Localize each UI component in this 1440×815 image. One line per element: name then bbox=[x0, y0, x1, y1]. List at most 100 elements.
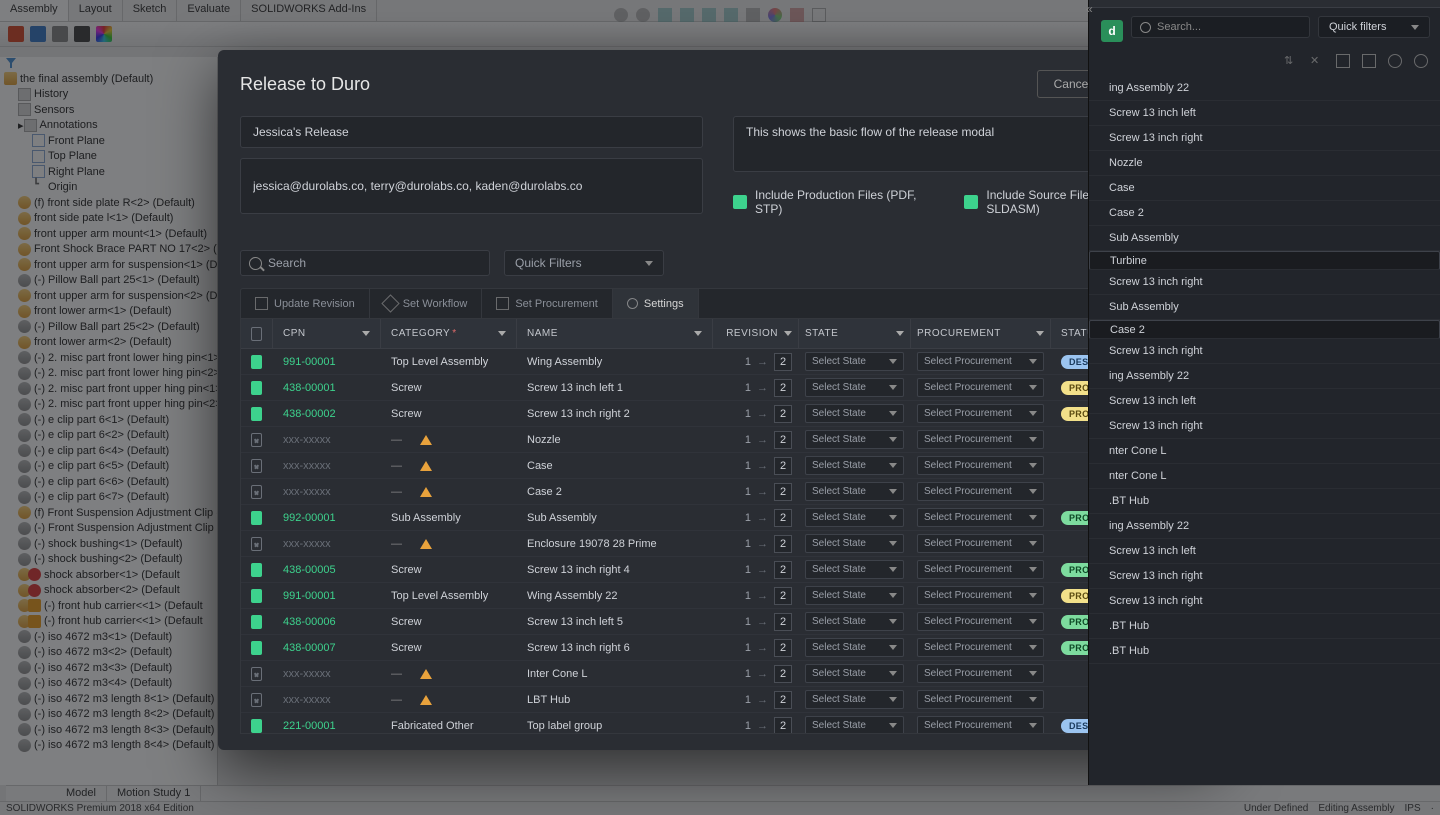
revision-input[interactable]: 2 bbox=[774, 379, 792, 397]
panel-list-item[interactable]: Screw 13 inch right bbox=[1089, 414, 1440, 439]
row-checkbox[interactable] bbox=[251, 459, 262, 473]
state-select[interactable]: Select State bbox=[805, 690, 904, 709]
revision-input[interactable]: 2 bbox=[774, 457, 792, 475]
panel-list-item[interactable]: nter Cone L bbox=[1089, 439, 1440, 464]
revision-input[interactable]: 2 bbox=[774, 665, 792, 683]
collapse-icon[interactable]: « bbox=[1086, 2, 1093, 16]
quick-filters-select[interactable]: Quick Filters bbox=[504, 250, 664, 276]
table-search-input[interactable]: Search bbox=[240, 250, 490, 276]
panel-list-item[interactable]: ing Assembly 22 bbox=[1089, 364, 1440, 389]
revision-input[interactable]: 2 bbox=[774, 717, 792, 734]
state-select[interactable]: Select State bbox=[805, 508, 904, 527]
state-select[interactable]: Select State bbox=[805, 352, 904, 371]
state-select[interactable]: Select State bbox=[805, 586, 904, 605]
panel-list-item[interactable]: Sub Assembly bbox=[1089, 295, 1440, 320]
procurement-select[interactable]: Select Procurement bbox=[917, 456, 1044, 475]
revision-input[interactable]: 2 bbox=[774, 353, 792, 371]
procurement-select[interactable]: Select Procurement bbox=[917, 690, 1044, 709]
state-select[interactable]: Select State bbox=[805, 378, 904, 397]
state-select[interactable]: Select State bbox=[805, 534, 904, 553]
emails-input[interactable] bbox=[240, 158, 703, 214]
tab-settings[interactable]: Settings bbox=[613, 289, 699, 318]
cpn-link[interactable]: 992-00001 bbox=[283, 512, 336, 524]
tree-icon[interactable] bbox=[1336, 54, 1350, 68]
row-checkbox[interactable] bbox=[251, 719, 262, 733]
tab-update-revision[interactable]: Update Revision bbox=[241, 289, 370, 318]
panel-list-item[interactable]: .BT Hub bbox=[1089, 639, 1440, 664]
revision-input[interactable]: 2 bbox=[774, 405, 792, 423]
col-category[interactable]: CATEGORY* bbox=[381, 319, 517, 348]
row-checkbox[interactable] bbox=[251, 511, 262, 525]
col-procurement[interactable]: PROCUREMENT bbox=[911, 319, 1051, 348]
panel-search-input[interactable]: Search... bbox=[1131, 16, 1310, 38]
procurement-select[interactable]: Select Procurement bbox=[917, 612, 1044, 631]
revision-input[interactable]: 2 bbox=[774, 483, 792, 501]
revision-input[interactable]: 2 bbox=[774, 587, 792, 605]
state-select[interactable]: Select State bbox=[805, 456, 904, 475]
tab-set-procurement[interactable]: Set Procurement bbox=[482, 289, 613, 318]
include-production-checkbox[interactable]: Include Production Files (PDF, STP) bbox=[733, 188, 936, 216]
revision-input[interactable]: 2 bbox=[774, 561, 792, 579]
revision-input[interactable]: 2 bbox=[774, 691, 792, 709]
procurement-select[interactable]: Select Procurement bbox=[917, 664, 1044, 683]
row-checkbox[interactable] bbox=[251, 615, 262, 629]
panel-list-item[interactable]: Nozzle bbox=[1089, 151, 1440, 176]
panel-list-item[interactable]: .BT Hub bbox=[1089, 614, 1440, 639]
state-select[interactable]: Select State bbox=[805, 482, 904, 501]
panel-list-item[interactable]: Screw 13 inch right bbox=[1089, 339, 1440, 364]
col-revision[interactable]: REVISION bbox=[713, 319, 799, 348]
row-checkbox[interactable] bbox=[251, 641, 262, 655]
panel-list-item[interactable]: Screw 13 inch right bbox=[1089, 564, 1440, 589]
procurement-select[interactable]: Select Procurement bbox=[917, 430, 1044, 449]
col-name[interactable]: NAME bbox=[517, 319, 713, 348]
revision-input[interactable]: 2 bbox=[774, 509, 792, 527]
list-icon[interactable] bbox=[1362, 54, 1376, 68]
row-checkbox[interactable] bbox=[251, 563, 262, 577]
select-all-checkbox[interactable] bbox=[251, 327, 262, 341]
cpn-link[interactable]: 438-00006 bbox=[283, 616, 336, 628]
procurement-select[interactable]: Select Procurement bbox=[917, 482, 1044, 501]
cpn-link[interactable]: 438-00002 bbox=[283, 408, 336, 420]
revision-input[interactable]: 2 bbox=[774, 613, 792, 631]
col-cpn[interactable]: CPN bbox=[273, 319, 381, 348]
row-checkbox[interactable] bbox=[251, 433, 262, 447]
state-select[interactable]: Select State bbox=[805, 560, 904, 579]
cpn-link[interactable]: 438-00007 bbox=[283, 642, 336, 654]
panel-list-item[interactable]: ing Assembly 22 bbox=[1089, 514, 1440, 539]
cpn-link[interactable]: 438-00005 bbox=[283, 564, 336, 576]
state-select[interactable]: Select State bbox=[805, 612, 904, 631]
panel-list-item[interactable]: Screw 13 inch left bbox=[1089, 539, 1440, 564]
row-checkbox[interactable] bbox=[251, 381, 262, 395]
cpn-link[interactable]: 438-00001 bbox=[283, 382, 336, 394]
state-select[interactable]: Select State bbox=[805, 638, 904, 657]
row-checkbox[interactable] bbox=[251, 485, 262, 499]
state-select[interactable]: Select State bbox=[805, 404, 904, 423]
procurement-select[interactable]: Select Procurement bbox=[917, 534, 1044, 553]
download-icon[interactable] bbox=[1388, 54, 1402, 68]
state-select[interactable]: Select State bbox=[805, 430, 904, 449]
upload-icon[interactable] bbox=[1414, 54, 1428, 68]
row-checkbox[interactable] bbox=[251, 407, 262, 421]
panel-list-item[interactable]: Screw 13 inch right bbox=[1089, 589, 1440, 614]
panel-list-item[interactable]: Screw 13 inch left bbox=[1089, 101, 1440, 126]
panel-list-item[interactable]: .BT Hub bbox=[1089, 489, 1440, 514]
procurement-select[interactable]: Select Procurement bbox=[917, 560, 1044, 579]
tab-set-workflow[interactable]: Set Workflow bbox=[370, 289, 483, 318]
panel-list-item[interactable]: Case 2 bbox=[1089, 201, 1440, 226]
panel-list-item[interactable]: Case bbox=[1089, 176, 1440, 201]
panel-list-item[interactable]: Screw 13 inch left bbox=[1089, 389, 1440, 414]
procurement-select[interactable]: Select Procurement bbox=[917, 404, 1044, 423]
row-checkbox[interactable] bbox=[251, 537, 262, 551]
state-select[interactable]: Select State bbox=[805, 716, 904, 733]
panel-list-item[interactable]: ing Assembly 22 bbox=[1089, 76, 1440, 101]
row-checkbox[interactable] bbox=[251, 667, 262, 681]
panel-list-item[interactable]: Turbine bbox=[1089, 251, 1440, 270]
state-select[interactable]: Select State bbox=[805, 664, 904, 683]
procurement-select[interactable]: Select Procurement bbox=[917, 638, 1044, 657]
row-checkbox[interactable] bbox=[251, 355, 262, 369]
col-state[interactable]: STATE bbox=[799, 319, 911, 348]
procurement-select[interactable]: Select Procurement bbox=[917, 586, 1044, 605]
procurement-select[interactable]: Select Procurement bbox=[917, 716, 1044, 733]
cpn-link[interactable]: 991-00001 bbox=[283, 590, 336, 602]
revision-input[interactable]: 2 bbox=[774, 639, 792, 657]
